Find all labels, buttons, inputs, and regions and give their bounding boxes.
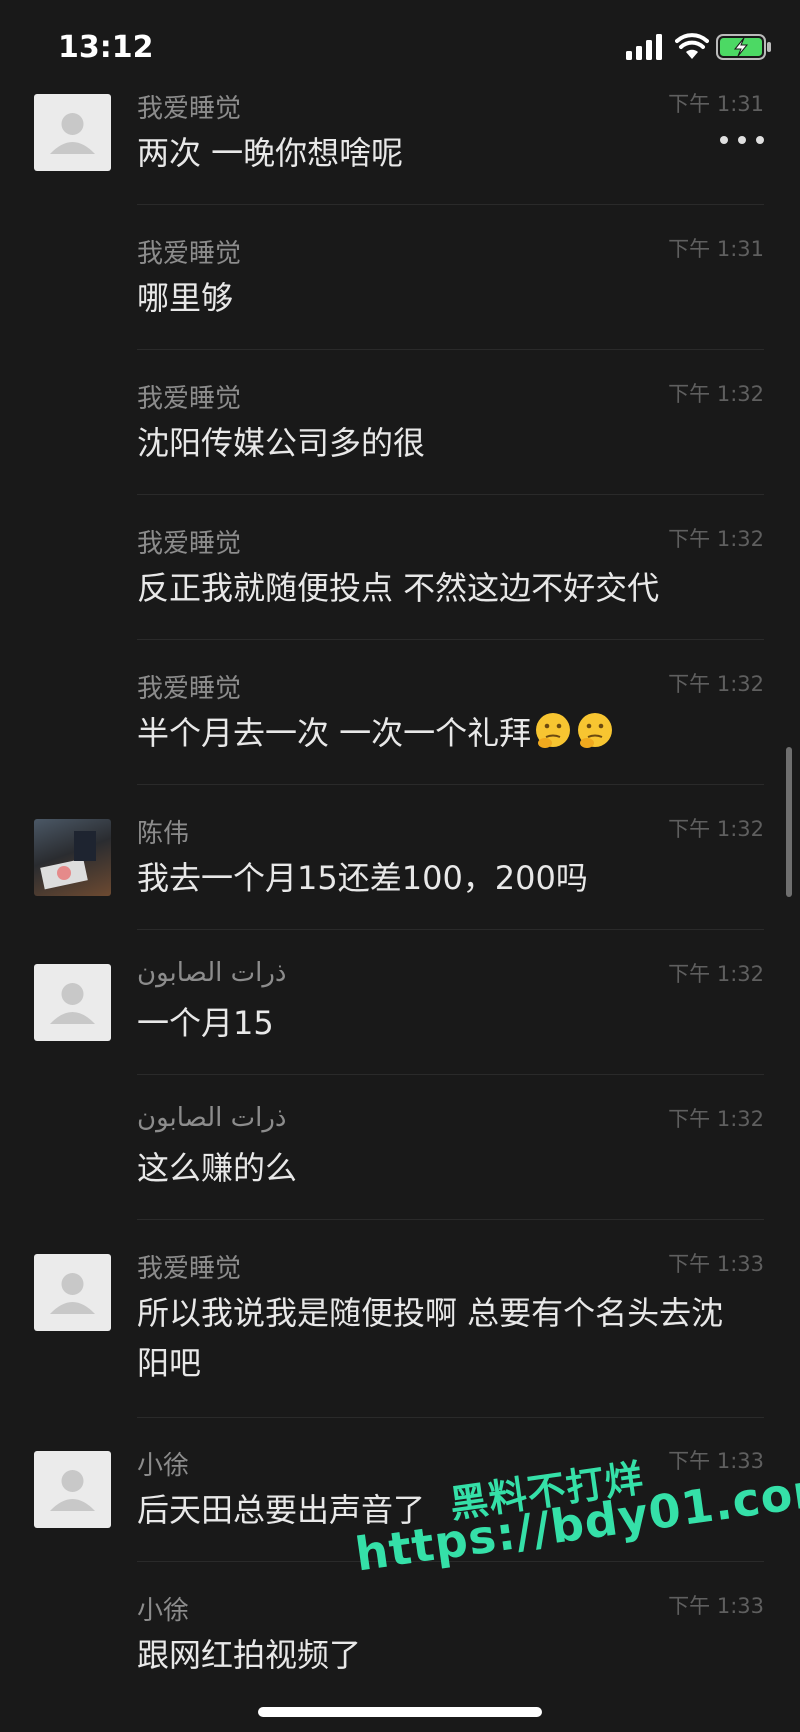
message-time: 下午 1:32 bbox=[668, 1107, 764, 1131]
avatar[interactable] bbox=[34, 94, 111, 171]
message-time: 下午 1:32 bbox=[668, 817, 764, 841]
message-time: 下午 1:31 bbox=[668, 92, 764, 116]
divider bbox=[137, 639, 764, 640]
message-text: 半个月去一次 一次一个礼拜 bbox=[137, 708, 737, 758]
cellular-signal-icon bbox=[626, 34, 662, 60]
sender-name: 陈伟 bbox=[137, 819, 190, 849]
divider bbox=[137, 784, 764, 785]
message-time: 下午 1:32 bbox=[668, 672, 764, 696]
battery-charging-icon bbox=[716, 34, 771, 60]
message-time: 下午 1:32 bbox=[668, 527, 764, 551]
sender-name: 我爱睡觉 bbox=[137, 239, 242, 269]
message-text-content: 半个月去一次 一次一个礼拜 bbox=[137, 714, 532, 752]
default-avatar-icon bbox=[50, 1470, 95, 1511]
avatar[interactable] bbox=[34, 1254, 111, 1331]
photo-avatar-icon bbox=[40, 831, 96, 890]
sender-name: 小徐 bbox=[137, 1596, 190, 1626]
divider bbox=[137, 1417, 764, 1418]
sender-name: ذرات الصابون bbox=[137, 958, 287, 988]
message-text: 哪里够 bbox=[137, 279, 234, 317]
message-text: 这么赚的么 bbox=[137, 1149, 298, 1187]
message-text: 跟网红拍视频了 bbox=[137, 1636, 362, 1674]
sender-name: 我爱睡觉 bbox=[137, 1254, 242, 1284]
divider bbox=[137, 494, 764, 495]
sender-name: 我爱睡觉 bbox=[137, 674, 242, 704]
wifi-icon bbox=[675, 33, 709, 59]
default-avatar-icon bbox=[50, 113, 95, 154]
message-text: 我去一个月15还差100，200吗 bbox=[137, 859, 588, 897]
message-time: 下午 1:32 bbox=[668, 962, 764, 986]
sender-name: 我爱睡觉 bbox=[137, 529, 242, 559]
message-time: 下午 1:33 bbox=[668, 1449, 764, 1473]
divider bbox=[137, 929, 764, 930]
message-text: 一个月15 bbox=[137, 1004, 274, 1042]
message-time: 下午 1:32 bbox=[668, 382, 764, 406]
sender-name: ذرات الصابون bbox=[137, 1103, 287, 1133]
thinking-face-emoji bbox=[578, 713, 613, 748]
avatar[interactable] bbox=[34, 1451, 111, 1528]
default-avatar-icon bbox=[50, 1273, 95, 1314]
avatar[interactable] bbox=[34, 964, 111, 1041]
divider bbox=[137, 204, 764, 205]
divider bbox=[137, 1219, 764, 1220]
message-time: 下午 1:31 bbox=[668, 237, 764, 261]
status-time: 13:12 bbox=[58, 30, 154, 65]
thinking-face-emoji bbox=[536, 713, 571, 748]
divider bbox=[137, 1074, 764, 1075]
default-avatar-icon bbox=[50, 983, 95, 1024]
message-text: 所以我说我是随便投啊 总要有个名头去沈阳吧 bbox=[137, 1294, 724, 1382]
status-bar: 13:12 bbox=[0, 0, 800, 96]
home-indicator[interactable] bbox=[258, 1707, 542, 1717]
message-text: 两次 一晚你想啥呢 bbox=[137, 134, 404, 172]
message-text: 沈阳传媒公司多的很 bbox=[137, 424, 426, 462]
message-time: 下午 1:33 bbox=[668, 1594, 764, 1618]
divider bbox=[137, 349, 764, 350]
sender-name: 我爱睡觉 bbox=[137, 94, 242, 124]
message-time: 下午 1:33 bbox=[668, 1252, 764, 1276]
sender-name: 我爱睡觉 bbox=[137, 384, 242, 414]
scrollbar[interactable] bbox=[786, 747, 792, 897]
message-text: 反正我就随便投点 不然这边不好交代 bbox=[137, 569, 660, 607]
avatar[interactable] bbox=[34, 819, 111, 896]
sender-name: 小徐 bbox=[137, 1451, 190, 1481]
